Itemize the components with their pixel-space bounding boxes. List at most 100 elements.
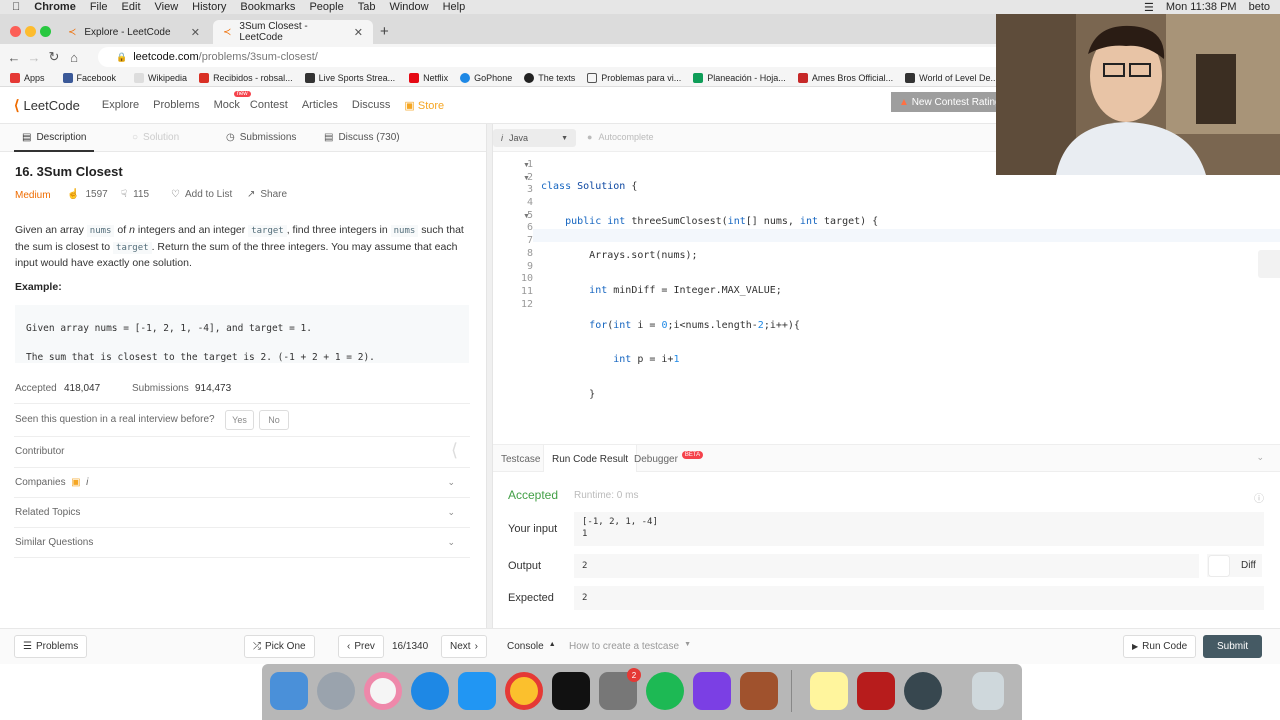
tab-discuss[interactable]: ▤ Discuss (730) <box>324 132 400 143</box>
tab-explore[interactable]: ≺ Explore - LeetCode ✕ <box>58 20 210 44</box>
problems-button[interactable]: ☰ Problems <box>14 635 88 658</box>
home-icon[interactable]: ⌂ <box>64 50 84 65</box>
autocomplete-toggle[interactable]: ● Autocomplete <box>587 132 653 142</box>
add-to-list-button[interactable]: ♡ Add to List <box>171 189 232 200</box>
close-tab-icon[interactable]: ✕ <box>191 26 200 39</box>
app-store-icon[interactable] <box>458 672 496 710</box>
code-editor[interactable]: 1 2 3 4 5 6 7 8 9 10 11 12 ▼ ▼ ▼ class S… <box>493 152 1280 574</box>
bookmark-netflix[interactable]: Netflix <box>409 73 448 83</box>
menu-tab[interactable]: Tab <box>358 1 376 13</box>
nav-problems[interactable]: Problems <box>153 99 199 111</box>
like-button[interactable]: ☝ 1597 <box>67 189 108 200</box>
close-tab-icon[interactable]: ✕ <box>354 26 363 39</box>
bookmark-facebook[interactable]: Facebook <box>62 73 116 83</box>
garageband-icon[interactable] <box>740 672 778 710</box>
nav-contest[interactable]: Contest <box>250 99 288 111</box>
nav-explore[interactable]: Explore <box>102 99 139 111</box>
bookmark-gophone[interactable]: GoPhone <box>460 73 512 83</box>
joystick-icon[interactable] <box>857 672 895 710</box>
new-tab-icon[interactable]: + <box>380 23 389 40</box>
clock[interactable]: Mon 11:38 PM <box>1166 1 1237 13</box>
prev-button[interactable]: ‹ Prev <box>338 635 384 658</box>
tab-debugger[interactable]: Debugger BETA <box>634 445 704 473</box>
related-topics-row[interactable]: Related Topics ⌄ <box>15 507 475 518</box>
fold-icon[interactable]: ▼ <box>523 162 530 169</box>
contributor-row[interactable]: Contributor ⟨ <box>15 440 475 460</box>
apple-icon[interactable]:  <box>12 1 20 13</box>
new-contest-rating-button[interactable]: ▲ New Contest Rating <box>891 92 1011 112</box>
help-icon[interactable]: ⓘ <box>1254 490 1264 505</box>
fold-icon[interactable]: ▼ <box>523 213 530 220</box>
chrome-icon[interactable] <box>505 672 543 710</box>
finder-icon[interactable] <box>270 672 308 710</box>
tab-solution[interactable]: ○ Solution <box>132 132 179 143</box>
no-button[interactable]: No <box>259 410 289 430</box>
bookmark-world-of-level[interactable]: World of Level De... <box>905 73 998 83</box>
nav-articles[interactable]: Articles <box>302 99 338 111</box>
yes-button[interactable]: Yes <box>225 410 254 430</box>
tab-description[interactable]: ▤ Description <box>22 132 86 143</box>
tab-3sum-closest[interactable]: ≺ 3Sum Closest - LeetCode ✕ <box>213 20 373 44</box>
panel-splitter[interactable] <box>486 124 493 628</box>
reload-icon[interactable]: ↻ <box>44 49 64 65</box>
bookmark-the-texts[interactable]: The texts <box>524 73 575 83</box>
menu-view[interactable]: View <box>155 1 179 13</box>
tab-testcase[interactable]: Testcase <box>501 445 540 473</box>
notes-icon[interactable] <box>810 672 848 710</box>
menu-app-name[interactable]: Chrome <box>34 1 76 13</box>
minimize-window-icon[interactable] <box>25 26 36 37</box>
leetcode-logo[interactable]: ⟨ LeetCode <box>14 97 80 114</box>
bookmark-wikipedia[interactable]: Wikipedia <box>134 73 187 83</box>
diff-toggle[interactable]: Diff <box>1207 554 1262 577</box>
dislike-button[interactable]: ☟ 115 <box>121 189 149 200</box>
next-label: Next <box>450 641 471 652</box>
menu-edit[interactable]: Edit <box>122 1 141 13</box>
intellij-icon[interactable] <box>552 672 590 710</box>
similar-questions-row[interactable]: Similar Questions ⌄ <box>15 537 475 548</box>
collapse-chevron-icon[interactable]: ⌄ <box>1256 452 1264 463</box>
tab-run-code-result[interactable]: Run Code Result <box>543 445 638 473</box>
submit-button[interactable]: Submit <box>1203 635 1263 658</box>
wifi-icon[interactable]: ☰ <box>1144 1 1154 14</box>
run-code-button[interactable]: ▶ Run Code <box>1123 635 1197 658</box>
nav-discuss[interactable]: Discuss <box>352 99 391 111</box>
bookmark-ames-bros[interactable]: Ames Bros Official... <box>797 73 893 83</box>
zoom-window-icon[interactable] <box>40 26 51 37</box>
side-panel-toggle-icon[interactable] <box>1258 250 1280 278</box>
menu-window[interactable]: Window <box>389 1 428 13</box>
mac-dock: 2 <box>262 664 1022 720</box>
language-select[interactable]: i Java ▼ <box>493 129 576 147</box>
bookmark-live-sports[interactable]: Live Sports Strea... <box>304 73 395 83</box>
nav-mock[interactable]: Mock new <box>214 91 251 111</box>
how-to-create-testcase-link[interactable]: How to create a testcase ▼ <box>569 641 691 652</box>
close-window-icon[interactable] <box>10 26 21 37</box>
new-badge: new <box>233 91 251 97</box>
quicktime-icon[interactable] <box>904 672 942 710</box>
next-button[interactable]: Next › <box>441 635 487 658</box>
safari-icon[interactable] <box>411 672 449 710</box>
bookmark-planeacion[interactable]: Planeación - Hoja... <box>693 73 786 83</box>
menu-help[interactable]: Help <box>443 1 466 13</box>
forward-icon[interactable]: → <box>24 50 44 65</box>
bookmark-apps[interactable]: Apps <box>10 73 45 83</box>
photos-icon[interactable] <box>364 672 402 710</box>
bookmark-gmail[interactable]: Recibidos - robsal... <box>199 73 293 83</box>
nav-store[interactable]: ▣ Store <box>404 99 444 112</box>
spotify-icon[interactable] <box>646 672 684 710</box>
menu-people[interactable]: People <box>309 1 343 13</box>
fold-icon[interactable]: ▼ <box>523 175 530 182</box>
bookmark-problemas[interactable]: Problemas para vi... <box>587 73 681 83</box>
user-name[interactable]: beto <box>1249 1 1270 13</box>
menu-history[interactable]: History <box>192 1 226 13</box>
companies-row[interactable]: Companies ▣ i ⌄ <box>15 477 475 488</box>
share-button[interactable]: ↗ Share <box>247 189 287 200</box>
menu-bookmarks[interactable]: Bookmarks <box>240 1 295 13</box>
tab-submissions[interactable]: ◷ Submissions <box>226 132 296 143</box>
launchpad-icon[interactable] <box>317 672 355 710</box>
back-icon[interactable]: ← <box>4 50 24 65</box>
menu-file[interactable]: File <box>90 1 108 13</box>
trash-icon[interactable] <box>972 672 1004 710</box>
pick-one-button[interactable]: ⤮ Pick One <box>244 635 315 658</box>
imovie-icon[interactable] <box>693 672 731 710</box>
console-toggle[interactable]: Console ▲ <box>507 641 556 652</box>
